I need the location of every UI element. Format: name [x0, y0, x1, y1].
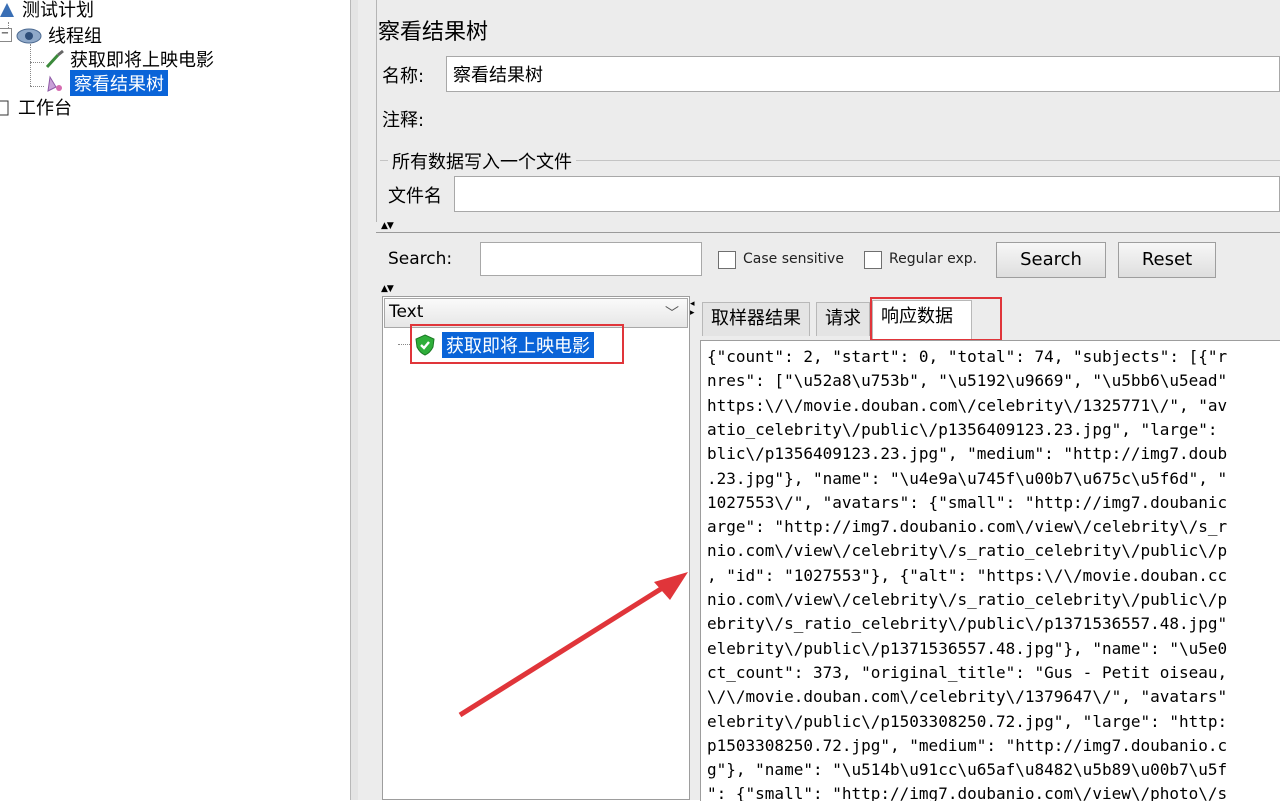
response-line: nio.com\/view\/celebrity\/s_ratio_celebr… [707, 541, 1228, 561]
chevron-down-icon: ﹀ [665, 306, 679, 322]
tab-request[interactable]: 请求 [816, 302, 870, 336]
renderer-select-value: Text [389, 302, 424, 322]
tab-sampler-result[interactable]: 取样器结果 [702, 302, 810, 336]
regular-exp-label: Regular exp. [889, 251, 978, 267]
workbench-icon [0, 97, 14, 117]
regular-exp-checkbox[interactable] [864, 251, 882, 269]
collapse-toggle-icon[interactable]: − [0, 28, 12, 42]
search-label: Search: [388, 249, 453, 269]
response-line: https:\/\/movie.douban.com\/celebrity\/1… [707, 395, 1228, 415]
response-line: 1027553\/", "avatars": {"small": "http:/… [707, 492, 1228, 512]
response-line: nio.com\/view\/celebrity\/s_ratio_celebr… [707, 590, 1228, 609]
tree-node-label: 获取即将上映电影 [70, 50, 214, 71]
tree-connector [30, 62, 44, 63]
thread-group-gear-icon [14, 25, 44, 45]
case-sensitive-checkbox[interactable] [718, 251, 736, 269]
response-line: nres": ["\u52a8\u753b", "\u5192\u9669", … [707, 371, 1228, 391]
test-plan-tree: 测试计划 − 线程组 获取即将上映电影 察看结果树 工作台 [0, 0, 350, 800]
response-line: ebrity\/s_ratio_celebrity\/public\/p1371… [707, 614, 1228, 634]
reset-button[interactable]: Reset [1118, 242, 1216, 278]
split-expand-arrows-icon[interactable]: ▲▼ [381, 222, 394, 231]
split-expand-arrows-icon[interactable]: ▲▼ [381, 285, 394, 294]
response-line: ": {"small": "http://img7.doubanio.com\/… [707, 784, 1228, 801]
search-button[interactable]: Search [996, 242, 1106, 278]
response-line: \/\/movie.douban.com\/celebrity\/1379647… [707, 687, 1228, 707]
name-input[interactable]: 察看结果树 [446, 56, 1280, 92]
response-line: p1503308250.72.jpg", "medium": "http://i… [707, 735, 1228, 755]
response-line: atio_celebrity\/public\/p1356409123.23.j… [707, 419, 1218, 439]
tree-connector [30, 44, 31, 86]
name-label: 名称: [382, 66, 425, 87]
response-line: , "id": "1027553"}, {"alt": "https:\/\/m… [707, 565, 1228, 585]
response-line: elebrity\/public\/p1371536557.48.jpg"}, … [707, 638, 1228, 658]
pipette-icon [44, 49, 66, 69]
tree-node-thread-group[interactable]: − 线程组 [0, 22, 102, 48]
response-line: ct_count": 373, "original_title": "Gus -… [707, 662, 1228, 682]
test-plan-icon [0, 0, 18, 19]
tree-node-test-plan[interactable]: 测试计划 [0, 0, 94, 22]
panel-title: 察看结果树 [378, 20, 489, 45]
comment-label: 注释: [382, 110, 425, 131]
split-collapse-arrow-icon[interactable]: ◂ ▸ [690, 300, 694, 318]
filename-label: 文件名 [388, 186, 442, 207]
tree-connector [30, 86, 44, 87]
response-line: {"count": 2, "start": 0, "total": 74, "s… [707, 347, 1228, 366]
search-input[interactable] [480, 242, 702, 276]
filename-input[interactable] [454, 176, 1280, 212]
listener-flask-icon [44, 73, 66, 93]
annotation-highlight-sample [410, 324, 624, 364]
response-line: arge": "http://img7.doubanio.com\/view\/… [707, 517, 1228, 537]
response-data-textarea[interactable]: {"count": 2, "start": 0, "total": 74, "s… [700, 340, 1280, 801]
tree-node-label: 线程组 [48, 26, 102, 47]
response-line: .23.jpg"}, "name": "\u4e9a\u745f\u00b7\u… [707, 468, 1228, 488]
tree-node-view-results-tree[interactable]: 察看结果树 [44, 70, 168, 96]
tree-node-workbench[interactable]: 工作台 [0, 94, 72, 120]
write-to-file-group-title: 所有数据写入一个文件 [388, 148, 576, 174]
tree-node-label: 工作台 [18, 98, 72, 119]
annotation-arrow-icon [458, 572, 688, 718]
tree-node-label: 察看结果树 [70, 70, 168, 96]
tree-node-http-sampler[interactable]: 获取即将上映电影 [44, 46, 214, 72]
annotation-highlight-tab [870, 297, 1002, 341]
response-line: blic\/p1356409123.23.jpg", "medium": "ht… [707, 444, 1228, 464]
response-line: elebrity\/public\/p1503308250.72.jpg", "… [707, 711, 1228, 731]
comment-input[interactable] [444, 100, 1280, 136]
case-sensitive-label: Case sensitive [743, 251, 844, 267]
response-line: g"}, "name": "\u514b\u91cc\u65af\u8482\u… [707, 760, 1228, 780]
tree-node-label: 测试计划 [22, 0, 94, 21]
